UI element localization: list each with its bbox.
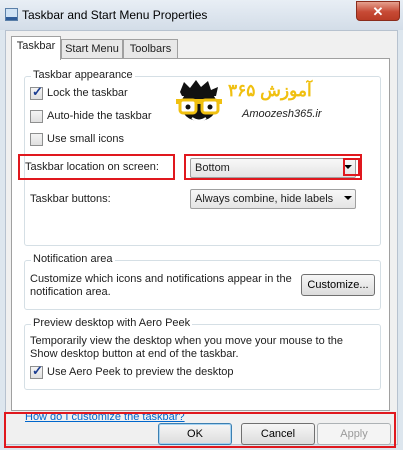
check-mark-icon: ✓: [32, 363, 43, 378]
aero-peek-description-2: Show desktop button at end of the taskba…: [30, 348, 239, 360]
chevron-down-icon: [344, 196, 352, 200]
customize-button[interactable]: Customize...: [301, 274, 375, 296]
auto-hide-label: Auto-hide the taskbar: [47, 110, 152, 122]
tab-toolbars[interactable]: Toolbars: [123, 39, 178, 59]
cancel-button[interactable]: Cancel: [241, 423, 315, 445]
watermark-text-fa: آموزش ۳۶۵: [228, 81, 312, 100]
mascot-logo-icon: [176, 80, 222, 122]
location-arrow-highlight: [343, 158, 360, 176]
check-mark-icon: ✓: [32, 84, 43, 99]
taskbar-buttons-select[interactable]: Always combine, hide labels: [190, 189, 356, 209]
help-link[interactable]: How do I customize the taskbar?: [25, 411, 185, 423]
aero-peek-title: Preview desktop with Aero Peek: [31, 317, 193, 329]
aero-peek-label: Use Aero Peek to preview the desktop: [47, 366, 234, 378]
watermark-text-en: Amoozesh365.ir: [242, 108, 322, 120]
location-select-highlight: [184, 154, 362, 180]
aero-peek-description-1: Temporarily view the desktop when you mo…: [30, 335, 344, 347]
notification-area-group: Notification area Customize which icons …: [24, 253, 381, 310]
ok-button[interactable]: OK: [158, 423, 232, 445]
notification-area-title: Notification area: [31, 253, 115, 265]
notification-description-2: notification area.: [30, 286, 111, 298]
taskbar-buttons-label: Taskbar buttons:: [30, 193, 111, 205]
dialog-body: Taskbar Start Menu Toolbars Taskbar appe…: [4, 30, 398, 448]
taskbar-appearance-title: Taskbar appearance: [31, 69, 135, 81]
checkbox-box[interactable]: [30, 133, 43, 146]
tab-taskbar[interactable]: Taskbar: [11, 36, 61, 60]
taskbar-buttons-select-value: Always combine, hide labels: [195, 193, 334, 205]
checkbox-box[interactable]: ✓: [30, 84, 43, 100]
checkbox-box[interactable]: ✓: [30, 363, 43, 379]
aero-peek-group: Preview desktop with Aero Peek Temporari…: [24, 317, 381, 390]
checkbox-box[interactable]: [30, 110, 43, 123]
small-icons-label: Use small icons: [47, 133, 125, 145]
location-label: Taskbar location on screen:: [25, 161, 159, 173]
notification-description-1: Customize which icons and notifications …: [30, 273, 292, 285]
lock-taskbar-label: Lock the taskbar: [47, 87, 128, 99]
apply-button[interactable]: Apply: [317, 423, 391, 445]
tab-panel-taskbar: Taskbar appearance ✓ Lock the taskbar Au…: [11, 58, 390, 423]
taskbar-properties-icon: [5, 8, 18, 21]
window-title: Taskbar and Start Menu Properties: [22, 8, 208, 22]
tab-start-menu[interactable]: Start Menu: [61, 39, 123, 59]
close-button[interactable]: ✕: [356, 1, 400, 21]
